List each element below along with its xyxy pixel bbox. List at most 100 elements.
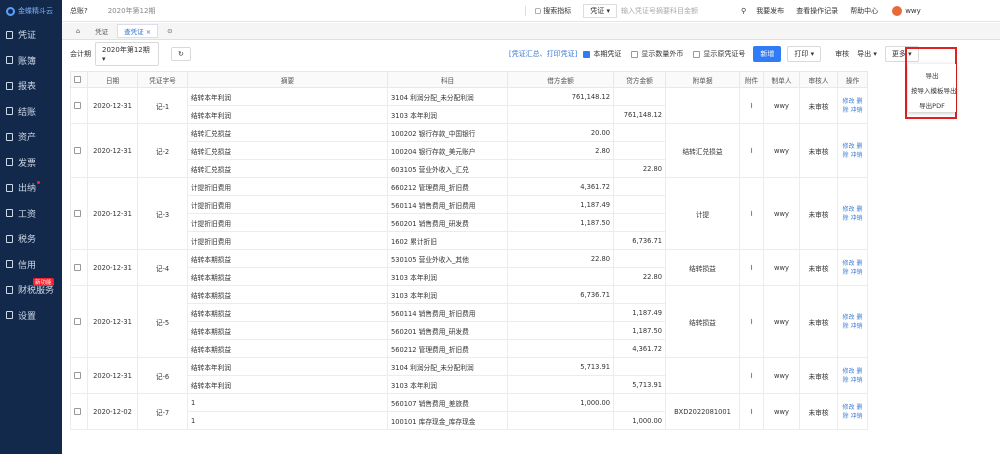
row-actions[interactable]: 修改 删除 冲销 bbox=[837, 177, 868, 250]
nav-icon bbox=[6, 30, 13, 39]
company-selector[interactable]: 总账? bbox=[70, 6, 88, 16]
credit-cell: 761,148.12 bbox=[613, 105, 666, 124]
tab-voucher[interactable]: 凭证 bbox=[89, 25, 114, 37]
row-check[interactable] bbox=[70, 357, 88, 394]
avatar[interactable] bbox=[892, 5, 903, 16]
dropdown-export-template[interactable]: 按导入模板导出 bbox=[908, 82, 957, 97]
summary-cell: 计提折旧费用 bbox=[187, 195, 388, 214]
attached-docs: 结转损益 bbox=[665, 285, 740, 358]
search-type-select[interactable]: 凭证 ▾ bbox=[583, 3, 618, 18]
attachment-icon[interactable]: ⌇ bbox=[739, 285, 764, 358]
dropdown-export[interactable]: 导出 bbox=[908, 67, 956, 82]
account-cell: 100101 库存现金_库存现金 bbox=[387, 411, 508, 430]
row-check[interactable] bbox=[70, 393, 88, 430]
row-actions[interactable]: 修改 删除 冲销 bbox=[837, 285, 868, 358]
sidebar-item[interactable]: 信用 bbox=[0, 252, 62, 278]
nav-icon bbox=[6, 81, 13, 90]
sidebar-item[interactable]: 税务 bbox=[0, 226, 62, 252]
credit-cell bbox=[613, 393, 666, 412]
attachment-icon[interactable]: ⌇ bbox=[739, 177, 764, 250]
row-actions[interactable]: 修改 删除 冲销 bbox=[837, 249, 868, 286]
sidebar-item[interactable]: 设置 bbox=[0, 303, 62, 329]
nav-icon bbox=[6, 132, 13, 141]
tab-more-icon[interactable]: ⊙ bbox=[161, 26, 178, 36]
show-qty-check[interactable]: 显示数量外币 bbox=[631, 49, 683, 59]
debit-cell bbox=[507, 411, 614, 430]
row-actions[interactable]: 修改 删除 冲销 bbox=[837, 87, 868, 124]
app-logo: 金蝶精斗云 bbox=[0, 0, 62, 22]
top-link-log[interactable]: 查看操作记录 bbox=[796, 6, 838, 16]
voucher-number[interactable]: 记-1 bbox=[137, 87, 188, 124]
sidebar-item[interactable]: 出纳 bbox=[0, 175, 62, 201]
sidebar-item[interactable]: 凭证 bbox=[0, 22, 62, 48]
sidebar-item[interactable]: 资产 bbox=[0, 124, 62, 150]
table-row: 2020-12-31 记-4 结转本期损益 530105 营业外收入_其他 22.80 结… bbox=[70, 249, 868, 286]
audit-button[interactable]: 审核 bbox=[835, 49, 849, 59]
maker-name: wwy bbox=[763, 393, 800, 430]
row-check[interactable] bbox=[70, 87, 88, 124]
nav-icon bbox=[6, 56, 13, 65]
column-header: 摘要 bbox=[187, 71, 388, 88]
voucher-number[interactable]: 记-5 bbox=[137, 285, 188, 358]
voucher-number[interactable]: 记-3 bbox=[137, 177, 188, 250]
row-actions[interactable]: 修改 删除 冲销 bbox=[837, 357, 868, 394]
voucher-number[interactable]: 记-4 bbox=[137, 249, 188, 286]
column-header: 制单人 bbox=[763, 71, 800, 88]
search-metric-link[interactable]: ▢ 搜索指标 bbox=[525, 5, 571, 16]
sidebar-item[interactable]: 发票 bbox=[0, 150, 62, 176]
voucher-number[interactable]: 记-6 bbox=[137, 357, 188, 394]
attachment-icon[interactable]: ⌇ bbox=[739, 123, 764, 178]
attachment-icon[interactable]: ⌇ bbox=[739, 87, 764, 124]
row-check[interactable] bbox=[70, 123, 88, 178]
debit-cell bbox=[507, 159, 614, 178]
select-all-check[interactable] bbox=[70, 71, 88, 88]
sidebar-item[interactable]: 财税服务 新功能 bbox=[0, 277, 62, 303]
attachment-icon[interactable]: ⌇ bbox=[739, 357, 764, 394]
current-period-check[interactable]: 本期凭证 bbox=[583, 49, 621, 59]
user-name[interactable]: wwy bbox=[905, 7, 921, 15]
account-cell: 3103 本年利润 bbox=[387, 267, 508, 286]
debit-cell: 6,736.71 bbox=[507, 285, 614, 304]
toolbar: 会计期 2020年第12期 ▾ ↻ [凭证汇总、打印凭证] 本期凭证 显示数量外… bbox=[62, 42, 1000, 66]
refresh-icon[interactable]: ↻ bbox=[171, 47, 191, 61]
search-input[interactable]: 输入凭证号摘要科目金额 bbox=[621, 6, 731, 16]
export-button[interactable]: 导出 ▾ bbox=[857, 49, 877, 59]
period-label: 会计期 bbox=[70, 50, 91, 58]
voucher-number[interactable]: 记-7 bbox=[137, 393, 188, 430]
sidebar-item[interactable]: 结账 bbox=[0, 99, 62, 125]
dropdown-export-pdf[interactable]: 导出PDF bbox=[908, 97, 956, 112]
account-cell: 560201 销售费用_研发费 bbox=[387, 213, 508, 232]
top-link-help[interactable]: 帮助中心 bbox=[850, 6, 878, 16]
top-link-publish[interactable]: 我要发布 bbox=[756, 6, 784, 16]
attachment-icon[interactable]: ⌇ bbox=[739, 249, 764, 286]
sidebar-item-label: 出纳 bbox=[18, 184, 37, 195]
print-button[interactable]: 打印 ▾ bbox=[787, 46, 822, 62]
column-header: 贷方金额 bbox=[613, 71, 666, 88]
home-icon[interactable]: ⌂ bbox=[70, 26, 86, 36]
search-icon[interactable]: ⚲ bbox=[741, 7, 746, 15]
sidebar-item[interactable]: 账簿 bbox=[0, 48, 62, 74]
row-actions[interactable]: 修改 删除 冲销 bbox=[837, 123, 868, 178]
row-actions[interactable]: 修改 删除 冲销 bbox=[837, 393, 868, 430]
row-check[interactable] bbox=[70, 285, 88, 358]
tab-query-voucher[interactable]: 查凭证 × bbox=[117, 24, 159, 38]
account-cell: 3103 本年利润 bbox=[387, 105, 508, 124]
sidebar-item[interactable]: 报表 bbox=[0, 73, 62, 99]
period-select[interactable]: 2020年第12期 ▾ bbox=[95, 42, 159, 66]
voucher-number[interactable]: 记-2 bbox=[137, 123, 188, 178]
row-check[interactable] bbox=[70, 177, 88, 250]
credit-cell: 6,736.71 bbox=[613, 231, 666, 250]
audit-status: 未审核 bbox=[799, 249, 838, 286]
attachment-icon[interactable]: ⌇ bbox=[739, 393, 764, 430]
credit-cell: 5,713.91 bbox=[613, 375, 666, 394]
row-check[interactable] bbox=[70, 249, 88, 286]
summary-cell: 结转本年利润 bbox=[187, 105, 388, 124]
debit-cell: 1,187.49 bbox=[507, 195, 614, 214]
debit-cell: 2.80 bbox=[507, 141, 614, 160]
add-button[interactable]: 新增 bbox=[753, 46, 782, 62]
show-original-check[interactable]: 显示原凭证号 bbox=[693, 49, 745, 59]
attached-docs: 结转汇兑损益 bbox=[665, 123, 740, 178]
sidebar-item[interactable]: 工资 bbox=[0, 201, 62, 227]
debit-cell: 22.80 bbox=[507, 249, 614, 268]
summary-print-link[interactable]: [凭证汇总、打印凭证] bbox=[509, 49, 577, 59]
